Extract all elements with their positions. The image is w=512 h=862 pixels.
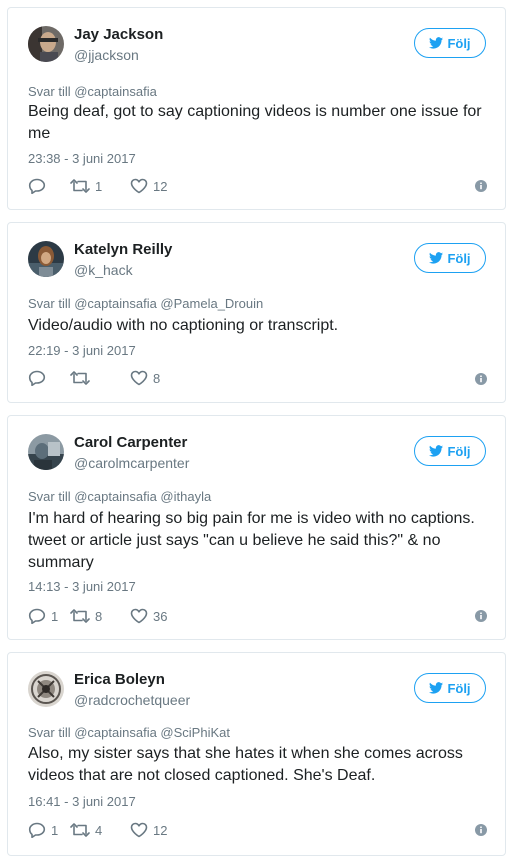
tweet-text-line: summary xyxy=(28,554,94,571)
avatar[interactable] xyxy=(28,434,64,470)
reply-button[interactable]: 1 xyxy=(28,822,70,838)
retweet-button[interactable]: 4 xyxy=(70,822,130,838)
follow-button[interactable]: Följ xyxy=(414,436,486,466)
follow-button[interactable]: Följ xyxy=(414,673,486,703)
heart-icon xyxy=(130,822,148,838)
user-handle[interactable]: @k_hack xyxy=(74,262,133,278)
reply-icon xyxy=(28,178,46,194)
reply-icon xyxy=(28,608,46,624)
tweet-card: Katelyn Reilly @k_hack Följ Svar till @c… xyxy=(7,222,506,403)
like-count: 12 xyxy=(153,178,168,194)
retweet-count: 1 xyxy=(95,178,103,194)
retweet-icon xyxy=(70,823,90,837)
tweet-actions: 1 12 xyxy=(28,176,167,196)
user-handle[interactable]: @radcrochetqueer xyxy=(74,692,190,708)
display-name[interactable]: Jay Jackson xyxy=(74,26,163,43)
like-count: 12 xyxy=(153,822,168,838)
user-handle[interactable]: @carolmcarpenter xyxy=(74,455,189,471)
avatar[interactable] xyxy=(28,241,64,277)
twitter-bird-icon xyxy=(429,682,444,694)
tweet-text-line: I'm hard of hearing so big pain for me i… xyxy=(28,510,475,527)
heart-icon xyxy=(130,370,148,386)
reply-icon xyxy=(28,370,46,386)
info-icon[interactable] xyxy=(475,373,487,385)
tweet-text-line: tweet or article just says "can u believ… xyxy=(28,532,441,549)
tweet-text-line: videos that are not closed captioned. Sh… xyxy=(28,767,376,784)
retweet-button[interactable]: 1 xyxy=(70,178,130,194)
reply-count: 1 xyxy=(51,608,59,624)
info-icon[interactable] xyxy=(475,824,487,836)
reply-button[interactable] xyxy=(28,370,70,386)
like-button[interactable]: 36 xyxy=(130,608,167,624)
tweet-card: Jay Jackson @jjackson Följ Svar till @ca… xyxy=(7,7,506,210)
timestamp[interactable]: 14:13 - 3 juni 2017 xyxy=(28,579,136,594)
retweet-button[interactable] xyxy=(70,370,130,386)
retweet-button[interactable]: 8 xyxy=(70,608,130,624)
tweet-card: Erica Boleyn @radcrochetqueer Följ Svar … xyxy=(7,652,506,856)
tweet-actions: 8 xyxy=(28,368,160,388)
reply-to[interactable]: Svar till @captainsafia @Pamela_Drouin xyxy=(28,296,263,311)
follow-button[interactable]: Följ xyxy=(414,243,486,273)
tweet-actions: 1 4 12 xyxy=(28,820,167,840)
tweet-text: Also, my sister says that she hates it w… xyxy=(28,743,498,787)
tweet-feed: Jay Jackson @jjackson Följ Svar till @ca… xyxy=(0,0,512,862)
like-button[interactable]: 12 xyxy=(130,178,167,194)
tweet-text-line: me xyxy=(28,125,51,142)
display-name[interactable]: Erica Boleyn xyxy=(74,671,165,688)
like-count: 36 xyxy=(153,608,168,624)
tweet-card: Carol Carpenter @carolmcarpenter Följ Sv… xyxy=(7,415,506,640)
display-name[interactable]: Carol Carpenter xyxy=(74,434,187,451)
follow-label: Följ xyxy=(447,250,471,266)
reply-to[interactable]: Svar till @captainsafia @ithayla xyxy=(28,489,211,504)
retweet-icon xyxy=(70,609,90,623)
retweet-icon xyxy=(70,371,90,385)
reply-icon xyxy=(28,822,46,838)
tweet-actions: 1 8 36 xyxy=(28,606,167,626)
info-icon[interactable] xyxy=(475,180,487,192)
heart-icon xyxy=(130,608,148,624)
like-button[interactable]: 8 xyxy=(130,370,160,386)
reply-count: 1 xyxy=(51,822,59,838)
follow-label: Följ xyxy=(447,680,471,696)
user-handle[interactable]: @jjackson xyxy=(74,47,139,63)
follow-button[interactable]: Följ xyxy=(414,28,486,58)
display-name[interactable]: Katelyn Reilly xyxy=(74,241,172,258)
reply-to[interactable]: Svar till @captainsafia xyxy=(28,84,157,99)
avatar[interactable] xyxy=(28,26,64,62)
retweet-count: 4 xyxy=(95,822,103,838)
tweet-text-line: Video/audio with no captioning or transc… xyxy=(28,317,339,334)
retweet-icon xyxy=(70,179,90,193)
reply-button[interactable]: 1 xyxy=(28,608,70,624)
timestamp[interactable]: 16:41 - 3 juni 2017 xyxy=(28,794,136,809)
follow-label: Följ xyxy=(447,443,471,459)
like-button[interactable]: 12 xyxy=(130,822,167,838)
twitter-bird-icon xyxy=(429,252,444,264)
info-icon[interactable] xyxy=(475,610,487,622)
tweet-text: Video/audio with no captioning or transc… xyxy=(28,315,498,337)
reply-to[interactable]: Svar till @captainsafia @SciPhiKat xyxy=(28,725,230,740)
tweet-text-line: Also, my sister says that she hates it w… xyxy=(28,745,463,762)
retweet-count: 8 xyxy=(95,608,103,624)
heart-icon xyxy=(130,178,148,194)
timestamp[interactable]: 22:19 - 3 juni 2017 xyxy=(28,343,136,358)
tweet-text: I'm hard of hearing so big pain for me i… xyxy=(28,508,498,574)
reply-button[interactable] xyxy=(28,178,70,194)
timestamp[interactable]: 23:38 - 3 juni 2017 xyxy=(28,151,136,166)
twitter-bird-icon xyxy=(429,445,444,457)
follow-label: Följ xyxy=(447,35,471,51)
twitter-bird-icon xyxy=(429,37,444,49)
tweet-text: Being deaf, got to say captioning videos… xyxy=(28,101,498,145)
like-count: 8 xyxy=(153,370,161,386)
tweet-text-line: Being deaf, got to say captioning videos… xyxy=(28,103,482,120)
avatar[interactable] xyxy=(28,671,64,707)
